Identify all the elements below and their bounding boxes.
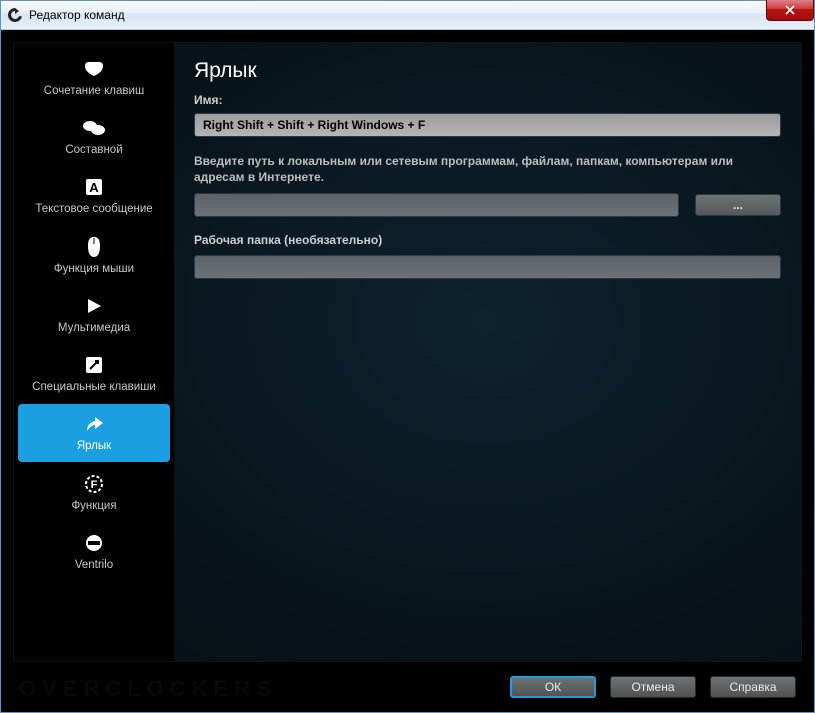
cancel-button[interactable]: Отмена (610, 676, 696, 698)
function-icon: F (82, 472, 106, 496)
footer: ОК Отмена Справка (13, 662, 802, 702)
workdir-label: Рабочая папка (необязательно) (194, 233, 781, 247)
name-label: Имя: (194, 93, 781, 107)
content-panel: Ярлык Имя: Введите путь к локальным или … (174, 43, 801, 661)
ventrilo-icon (82, 531, 106, 555)
multi-key-icon (82, 116, 106, 140)
play-icon (82, 294, 106, 318)
path-row: ... (194, 193, 781, 217)
sidebar-item-function[interactable]: F Функция (18, 464, 170, 521)
window-title: Редактор команд (29, 8, 125, 22)
main-row: Сочетание клавиш Составной A Текстовое с… (13, 42, 802, 662)
path-hint: Введите путь к локальным или сетевым про… (194, 153, 781, 185)
sidebar-item-label: Сочетание клавиш (44, 85, 144, 98)
client-area: OVERCLOCKERS Сочетание клавиш Составной (1, 30, 814, 712)
sidebar-item-label: Составной (65, 144, 122, 157)
sidebar: Сочетание клавиш Составной A Текстовое с… (14, 43, 174, 661)
app-logo-icon (7, 7, 23, 23)
ok-button[interactable]: ОК (510, 676, 596, 698)
sidebar-item-label: Функция (71, 500, 116, 513)
titlebar: Редактор команд (1, 1, 814, 30)
svg-text:A: A (89, 180, 99, 195)
sidebar-item-label: Мультимедиа (58, 322, 130, 335)
panel-heading: Ярлык (194, 59, 781, 83)
sidebar-item-shortcut[interactable]: Ярлык (18, 404, 170, 461)
sidebar-item-label: Специальные клавиши (32, 381, 156, 394)
svg-text:F: F (91, 479, 98, 491)
sidebar-item-ventrilo[interactable]: Ventrilo (18, 523, 170, 580)
sidebar-item-mouse[interactable]: Функция мыши (18, 227, 170, 284)
path-input[interactable] (194, 193, 679, 217)
sidebar-item-keycombo[interactable]: Сочетание клавиш (18, 49, 170, 106)
sidebar-item-label: Текстовое сообщение (35, 203, 152, 216)
sidebar-item-textblock[interactable]: A Текстовое сообщение (18, 167, 170, 224)
sidebar-item-composite[interactable]: Составной (18, 108, 170, 165)
text-block-icon: A (82, 175, 106, 199)
browse-button[interactable]: ... (695, 194, 781, 216)
sidebar-item-label: Функция мыши (54, 263, 134, 276)
keyboard-combo-icon (82, 57, 106, 81)
window: Редактор команд OVERCLOCKERS Сочетание к… (0, 0, 815, 713)
name-input[interactable] (194, 113, 781, 137)
workdir-input[interactable] (194, 255, 781, 279)
sidebar-item-label: Ventrilo (75, 559, 113, 572)
hotkey-icon (82, 353, 106, 377)
sidebar-item-media[interactable]: Мультимедиа (18, 286, 170, 343)
close-button[interactable] (766, 0, 814, 21)
shortcut-icon (82, 412, 106, 436)
help-button[interactable]: Справка (710, 676, 796, 698)
sidebar-item-label: Ярлык (77, 440, 111, 453)
close-icon (785, 5, 795, 15)
mouse-icon (82, 235, 106, 259)
sidebar-item-special[interactable]: Специальные клавиши (18, 345, 170, 402)
